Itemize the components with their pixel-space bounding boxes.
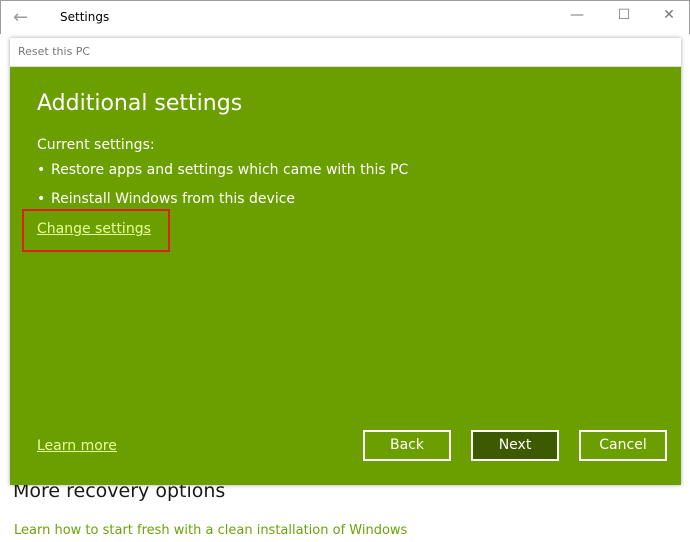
setting-bullet-item: • Restore apps and settings which came wi…: [37, 162, 408, 178]
reset-pc-dialog: Reset this PC Additional settings Curren…: [10, 38, 681, 485]
dialog-title: Reset this PC: [18, 45, 91, 58]
minimize-icon[interactable]: —: [567, 7, 587, 23]
bullet-icon: •: [37, 162, 46, 178]
dialog-heading: Additional settings: [37, 91, 243, 116]
change-settings-link[interactable]: Change settings: [37, 221, 151, 237]
window-title: Settings: [60, 10, 110, 24]
maximize-icon[interactable]: ☐: [614, 7, 634, 23]
back-arrow-icon[interactable]: ←: [13, 7, 28, 28]
learn-more-link[interactable]: Learn more: [37, 438, 117, 454]
back-button[interactable]: Back: [363, 430, 451, 461]
clean-install-link[interactable]: Learn how to start fresh with a clean in…: [14, 523, 407, 538]
bullet-icon: •: [37, 191, 46, 207]
cancel-button[interactable]: Cancel: [579, 430, 667, 461]
close-icon[interactable]: ✕: [659, 7, 679, 23]
window-titlebar: ← Settings — ☐ ✕: [0, 0, 690, 34]
next-button[interactable]: Next: [471, 430, 559, 461]
dialog-titlebar: Reset this PC: [10, 38, 681, 67]
setting-bullet-item: • Reinstall Windows from this device: [37, 191, 295, 207]
current-settings-label: Current settings:: [37, 137, 155, 153]
setting-bullet-text: Restore apps and settings which came wit…: [51, 162, 409, 178]
setting-bullet-text: Reinstall Windows from this device: [51, 191, 296, 207]
